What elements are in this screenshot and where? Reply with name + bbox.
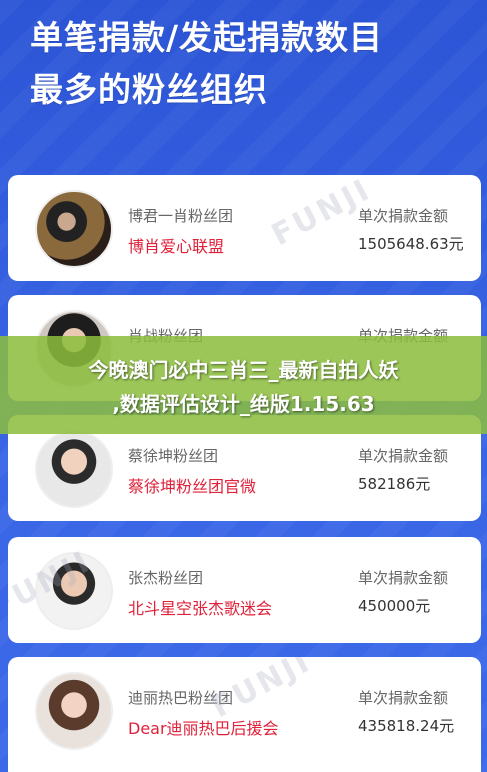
overlay-line-1: 今晚澳门必中三肖三_最新自拍人妖 [88,358,399,382]
fan-group-label: 博君一肖粉丝团 [128,207,234,225]
amount-label: 单次捐款金额 [358,207,449,225]
amount-value: 435818.24元 [358,717,455,735]
fan-group-card[interactable]: 张杰粉丝团 北斗星空张杰歌迷会 单次捐款金额 450000元 FUNJI [8,537,481,643]
amount-value: 1505648.63元 [358,235,464,253]
avatar [35,552,113,630]
amount-value: 582186元 [358,475,431,493]
org-name: 北斗星空张杰歌迷会 [128,599,273,618]
org-name: Dear迪丽热巴后援会 [128,719,279,738]
avatar [35,430,113,508]
fan-group-card[interactable]: 迪丽热巴粉丝团 Dear迪丽热巴后援会 单次捐款金额 435818.24元 FU… [8,657,481,772]
fan-group-label: 蔡徐坤粉丝团 [128,447,219,465]
title-line-2: 最多的粉丝组织 [30,70,268,109]
fan-group-label: 迪丽热巴粉丝团 [128,689,234,707]
fan-group-card[interactable]: 博君一肖粉丝团 博肖爱心联盟 单次捐款金额 1505648.63元 FUNJI [8,175,481,281]
avatar [35,672,113,750]
overlay-banner: 今晚澳门必中三肖三_最新自拍人妖 ,数据评估设计_绝版1.15.63 [0,336,487,434]
amount-label: 单次捐款金额 [358,569,449,587]
org-name: 蔡徐坤粉丝团官微 [128,477,257,496]
amount-value: 450000元 [358,597,431,615]
overlay-line-2: ,数据评估设计_绝版1.15.63 [112,392,375,416]
title-line-1: 单笔捐款/发起捐款数目 [30,18,384,57]
amount-label: 单次捐款金额 [358,447,449,465]
fan-group-label: 张杰粉丝团 [128,569,204,587]
org-name: 博肖爱心联盟 [128,237,225,256]
amount-label: 单次捐款金额 [358,689,449,707]
page-title: 单笔捐款/发起捐款数目 最多的粉丝组织 [30,12,383,116]
avatar [35,190,113,268]
